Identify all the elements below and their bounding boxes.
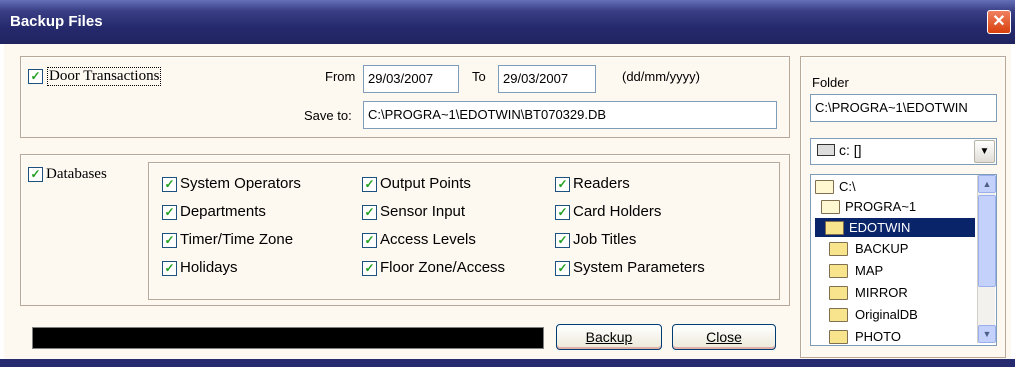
db-checkbox[interactable]: ✓ <box>162 261 177 276</box>
backup-progress-bar <box>32 327 544 349</box>
save-to-field[interactable]: C:\PROGRA~1\EDOTWIN\BT070329.DB <box>363 101 777 129</box>
db-checkbox[interactable]: ✓ <box>555 233 570 248</box>
folder-icon <box>829 242 848 256</box>
door-transactions-label[interactable]: Door Transactions <box>47 67 162 86</box>
chevron-down-icon[interactable]: ▼ <box>974 140 995 163</box>
folder-tree-scrollbar[interactable]: ▲ ▼ <box>977 175 996 343</box>
db-checkbox[interactable]: ✓ <box>555 205 570 220</box>
folder-tree[interactable]: C:\ PROGRA~1 EDOTWIN BACKUP MAP MIRROR O… <box>810 174 997 346</box>
close-window-icon[interactable]: ✕ <box>987 10 1011 34</box>
databases-label: Databases <box>46 166 107 182</box>
scroll-down-icon[interactable]: ▼ <box>978 325 996 343</box>
folder-icon <box>829 264 848 278</box>
db-item-label: Job Titles <box>573 231 637 248</box>
db-checkbox[interactable]: ✓ <box>362 205 377 220</box>
db-item-label: Timer/Time Zone <box>180 231 294 248</box>
db-item-label: Output Points <box>380 175 471 192</box>
backup-button[interactable]: Backup <box>556 324 662 350</box>
db-checkbox[interactable]: ✓ <box>555 261 570 276</box>
db-checkbox[interactable]: ✓ <box>162 233 177 248</box>
folder-icon <box>829 308 848 322</box>
db-checkbox[interactable]: ✓ <box>362 261 377 276</box>
db-item-label: Holidays <box>180 259 238 276</box>
db-checkbox[interactable]: ✓ <box>555 177 570 192</box>
db-item-label: Departments <box>180 203 266 220</box>
db-item-label: Floor Zone/Access <box>380 259 506 276</box>
date-format-hint: (dd/mm/yyyy) <box>622 69 700 84</box>
folder-path-field[interactable]: C:\PROGRA~1\EDOTWIN <box>810 94 997 122</box>
db-checkbox[interactable]: ✓ <box>162 177 177 192</box>
to-label: To <box>472 69 486 84</box>
scroll-thumb[interactable] <box>978 195 996 287</box>
window-bottom-edge <box>0 359 1015 367</box>
folder-icon <box>825 221 844 235</box>
title-bar[interactable]: Backup Files ✕ <box>0 0 1015 44</box>
db-item-label: Sensor Input <box>380 203 466 220</box>
db-item-label: System Parameters <box>573 259 705 276</box>
door-transactions-checkbox[interactable]: ✓ <box>28 69 43 84</box>
drive-icon <box>817 144 835 156</box>
window-title: Backup Files <box>10 13 103 30</box>
scroll-up-icon[interactable]: ▲ <box>978 175 996 193</box>
db-item-label: Access Levels <box>380 231 476 248</box>
to-date-field[interactable]: 29/03/2007 <box>498 65 596 93</box>
db-item-label: Card Holders <box>573 203 662 220</box>
from-date-field[interactable]: 29/03/2007 <box>363 65 459 93</box>
databases-checkbox[interactable]: ✓ <box>28 167 43 182</box>
db-checkbox[interactable]: ✓ <box>162 205 177 220</box>
drive-select[interactable]: c: [] ▼ <box>810 138 997 165</box>
db-checkbox[interactable]: ✓ <box>362 177 377 192</box>
save-to-label: Save to: <box>304 108 352 123</box>
folder-open-icon <box>815 180 834 194</box>
db-item-label: Readers <box>573 175 630 192</box>
folder-open-icon <box>821 200 840 214</box>
from-label: From <box>325 69 356 84</box>
drive-select-value: c: [] <box>839 142 862 158</box>
backup-window: Backup Files ✕ ✓ Door Transactions From … <box>0 0 1015 367</box>
folder-icon <box>829 330 848 344</box>
folder-label: Folder <box>812 75 849 90</box>
close-button[interactable]: Close <box>672 324 776 350</box>
db-item-label: System Operators <box>180 175 301 192</box>
db-checkbox[interactable]: ✓ <box>362 233 377 248</box>
tree-item-selected[interactable]: EDOTWIN <box>815 218 975 237</box>
folder-icon <box>829 286 848 300</box>
